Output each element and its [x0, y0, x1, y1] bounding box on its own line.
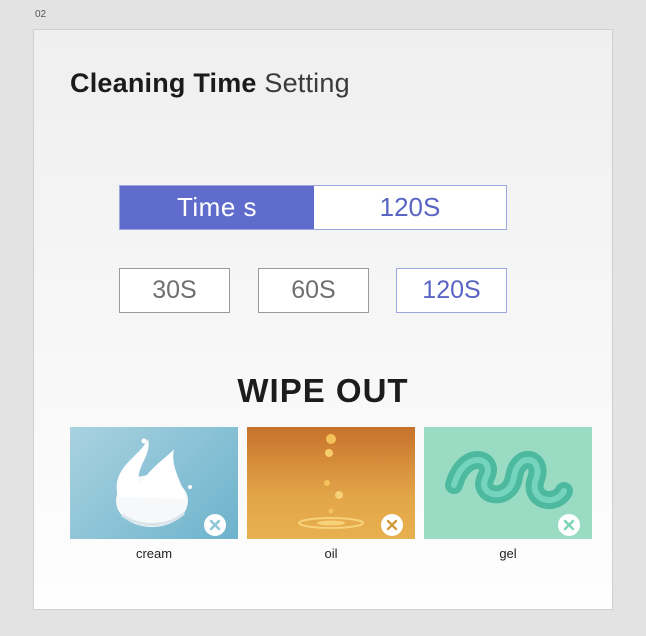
product-name-cream: cream [135, 546, 173, 561]
remove-gel-button[interactable] [558, 514, 580, 536]
product-card-cream[interactable]: cream [70, 427, 238, 561]
remove-oil-button[interactable] [381, 514, 403, 536]
frame-label: 02 [35, 9, 47, 20]
title-light: Setting [264, 68, 350, 98]
time-display: Time s 120S [119, 185, 507, 230]
product-card-oil[interactable]: oil [247, 427, 415, 561]
option-120s-button[interactable]: 120S [396, 268, 507, 313]
product-card-gel[interactable]: gel [424, 427, 592, 561]
product-name-oil: oil [324, 546, 338, 561]
option-60s-button[interactable]: 60S [258, 268, 369, 313]
gel-swirl-image [424, 427, 592, 539]
close-icon [563, 519, 575, 531]
product-name-gel: gel [499, 546, 517, 561]
option-30s-button[interactable]: 30S [119, 268, 230, 313]
close-icon [209, 519, 221, 531]
close-icon [386, 519, 398, 531]
time-label: Time s [120, 186, 314, 229]
wipe-out-heading: WIPE OUT [237, 372, 409, 409]
title-bold: Cleaning Time [70, 68, 257, 98]
oil-drops-image [247, 427, 415, 539]
time-value: 120S [379, 192, 441, 222]
page-title: Cleaning Time Setting [70, 68, 350, 99]
remove-cream-button[interactable] [204, 514, 226, 536]
cream-splash-image [70, 427, 238, 539]
cleaning-time-panel: Cleaning Time Setting Time s 120S 30S 60… [33, 29, 613, 610]
